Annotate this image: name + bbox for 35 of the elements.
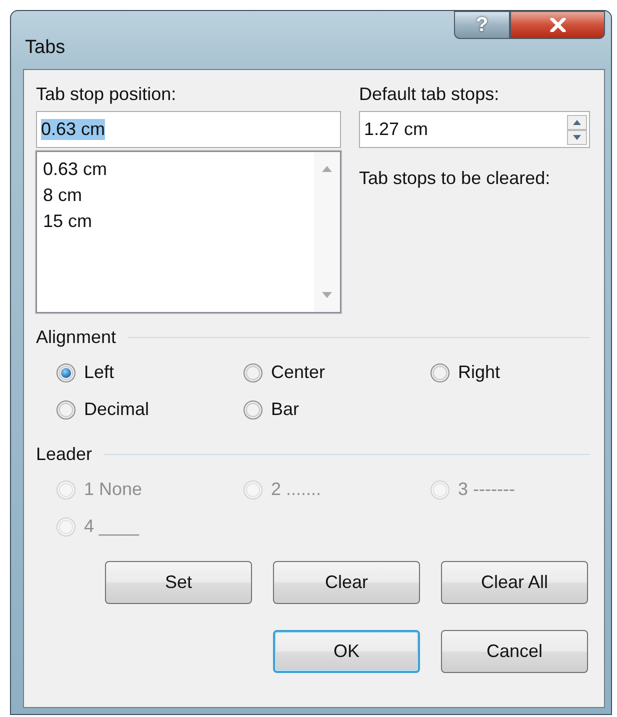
radio-button[interactable] xyxy=(243,400,263,420)
radio-button[interactable] xyxy=(56,362,76,382)
list-item[interactable]: 15 cm xyxy=(43,208,308,234)
dialog-button[interactable]: Cancel xyxy=(441,630,588,673)
scroll-down-icon[interactable] xyxy=(322,292,332,298)
radio-option[interactable]: Bar xyxy=(243,399,300,420)
radio-button[interactable] xyxy=(243,362,263,382)
field-value: 0.63 cm xyxy=(41,119,106,140)
radio-option[interactable]: Left xyxy=(56,362,114,383)
window-title: Tabs xyxy=(25,37,66,59)
tab-stop-position-field[interactable]: 0.63 cm xyxy=(36,111,341,148)
tab-stop-list[interactable]: 0.63 cm 8 cm 15 cm xyxy=(36,151,341,313)
radio-option[interactable]: Decimal xyxy=(56,399,150,420)
dialog-button[interactable]: OK xyxy=(273,630,420,673)
field-label: Default tab stops: xyxy=(359,84,500,105)
scroll-up-icon[interactable] xyxy=(322,166,332,172)
list-item[interactable]: 8 cm xyxy=(43,182,308,208)
field-label: Tab stop position: xyxy=(36,84,178,105)
close-icon xyxy=(548,18,566,32)
group-label: Leader xyxy=(36,444,92,465)
action-button[interactable]: Clear xyxy=(273,561,420,604)
field-label: Tab stops to be cleared: xyxy=(359,168,552,189)
radio-button[interactable] xyxy=(56,400,76,420)
radio-option[interactable]: Center xyxy=(243,362,326,383)
group-label: Alignment xyxy=(36,327,116,348)
radio-button[interactable] xyxy=(430,362,450,382)
spin-up-icon[interactable] xyxy=(567,114,587,130)
scrollbar[interactable] xyxy=(314,152,340,312)
list-item[interactable]: 0.63 cm xyxy=(43,156,308,182)
spin-down-icon[interactable] xyxy=(567,130,587,144)
action-button[interactable]: Clear All xyxy=(441,561,588,604)
close-button[interactable] xyxy=(510,11,605,39)
action-button[interactable]: Set xyxy=(105,561,252,604)
default-tab-stops-field[interactable]: 1.27 cm xyxy=(359,111,590,148)
radio-option[interactable]: Right xyxy=(430,362,500,383)
